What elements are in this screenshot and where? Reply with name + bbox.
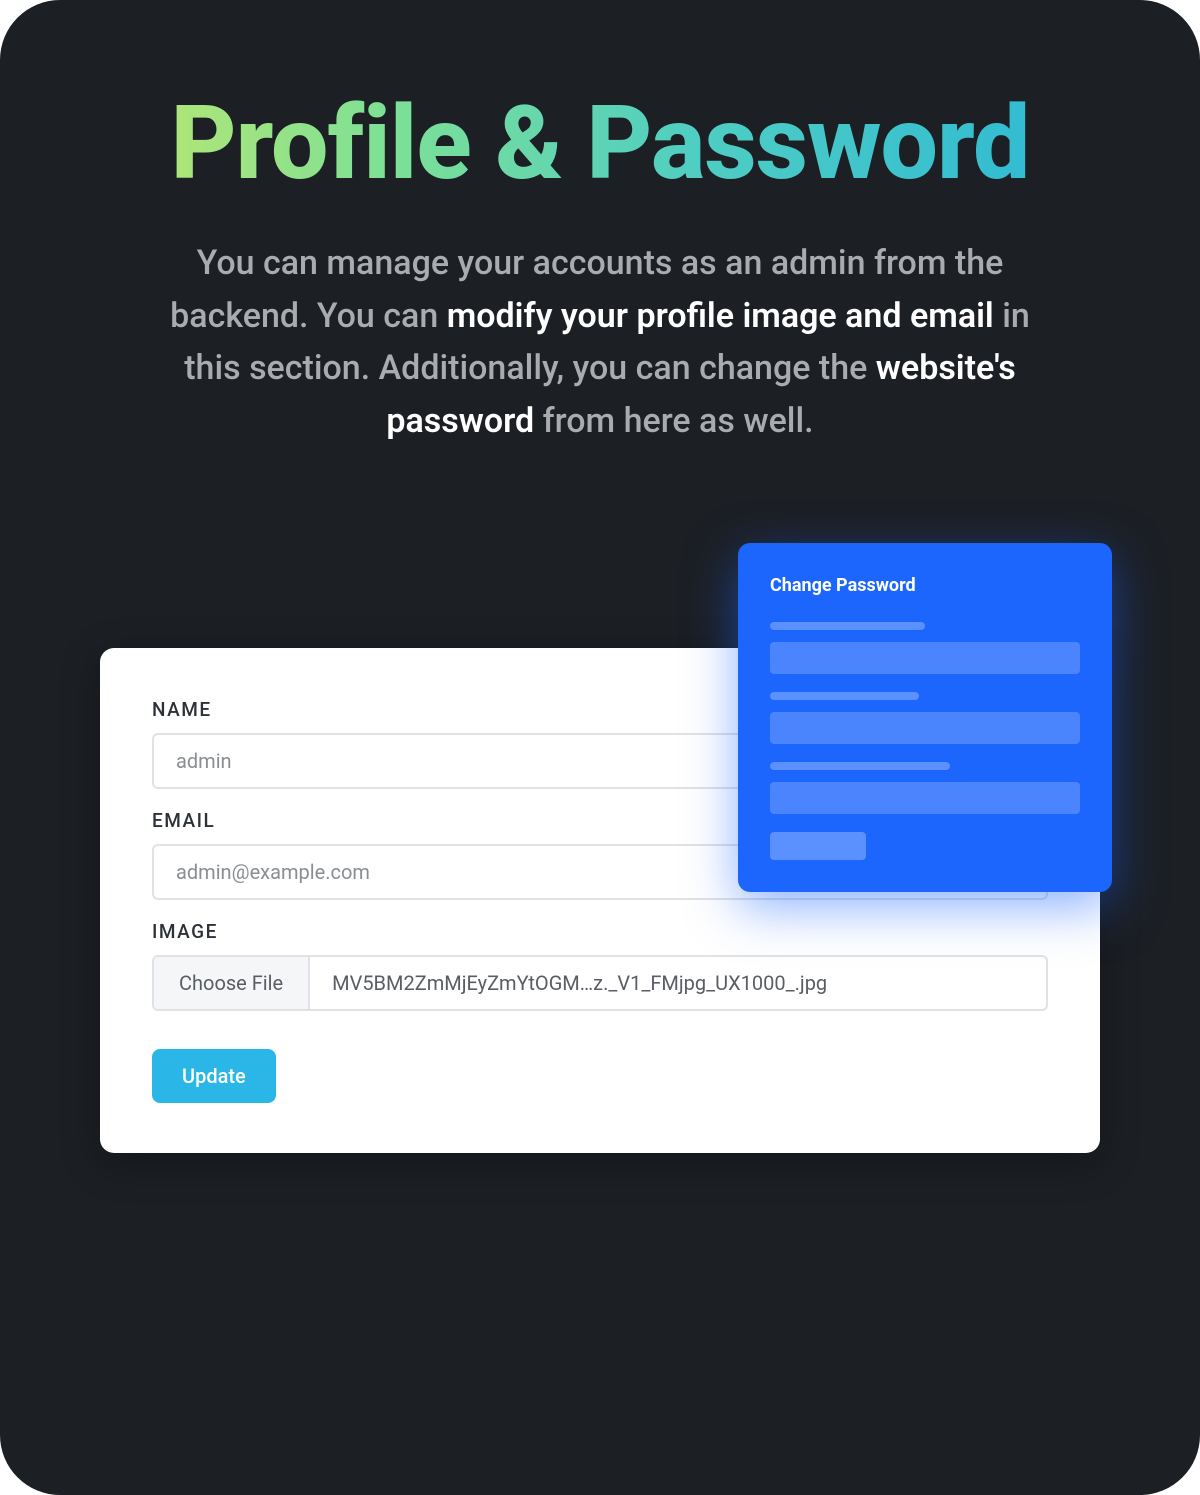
skeleton-label-1 <box>770 622 925 630</box>
image-field-group: IMAGE Choose File MV5BM2ZmMjEyZmYtOGM…z.… <box>152 920 1048 1011</box>
image-label: IMAGE <box>152 920 1048 943</box>
page-description: You can manage your accounts as an admin… <box>165 237 1035 448</box>
skeleton-label-3 <box>770 762 950 770</box>
skeleton-input-1 <box>770 642 1080 674</box>
skeleton-input-3 <box>770 782 1080 814</box>
skeleton-label-2 <box>770 692 919 700</box>
file-name-display: MV5BM2ZmMjEyZmYtOGM…z._V1_FMjpg_UX1000_.… <box>310 957 1046 1009</box>
page-container: Profile & Password You can manage your a… <box>0 0 1200 1495</box>
page-title: Profile & Password <box>70 90 1130 197</box>
choose-file-button[interactable]: Choose File <box>154 957 310 1009</box>
skeleton-input-2 <box>770 712 1080 744</box>
file-input-wrapper[interactable]: Choose File MV5BM2ZmMjEyZmYtOGM…z._V1_FM… <box>152 955 1048 1011</box>
description-highlight-1: modify your profile image and email <box>447 296 994 336</box>
update-button[interactable]: Update <box>152 1049 276 1103</box>
change-password-title: Change Password <box>770 575 1080 596</box>
skeleton-button <box>770 832 866 860</box>
description-text-3: from here as well. <box>534 401 813 441</box>
change-password-card: Change Password <box>738 543 1112 892</box>
card-area: NAME EMAIL IMAGE Choose File MV5BM2ZmMjE… <box>70 543 1130 1153</box>
